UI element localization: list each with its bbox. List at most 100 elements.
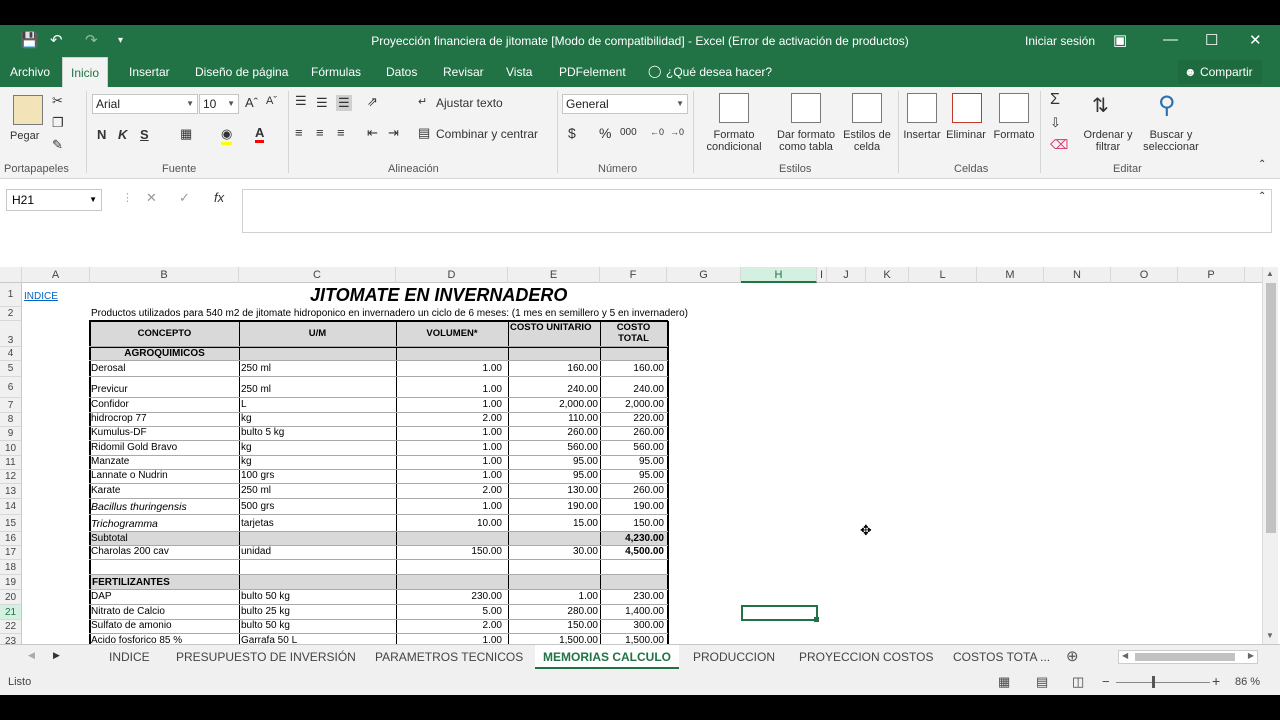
formula-input[interactable] xyxy=(242,189,1272,233)
insert-function-icon[interactable]: fx xyxy=(214,190,224,205)
row-header-14[interactable]: 14 xyxy=(0,499,22,515)
sheet-tab-parametros[interactable]: PARAMETROS TECNICOS xyxy=(367,645,531,669)
increase-indent-icon[interactable]: ⇥ xyxy=(388,125,399,141)
minimize-icon[interactable]: — xyxy=(1163,31,1178,48)
table-format-button[interactable]: Dar formato como tabla xyxy=(772,129,840,153)
fill-color-icon[interactable]: ◉ xyxy=(221,126,233,145)
ribbon-display-icon[interactable]: ▣ xyxy=(1113,31,1127,49)
tab-vista[interactable]: Vista xyxy=(498,57,540,87)
prev-sheet-icon[interactable]: ◀ xyxy=(28,650,35,661)
wrap-text-icon[interactable]: ↵ xyxy=(418,95,427,108)
percent-icon[interactable]: % xyxy=(599,125,611,141)
sort-filter-button[interactable]: Ordenar y filtrar xyxy=(1080,129,1136,153)
row-header-4[interactable]: 4 xyxy=(0,347,22,361)
sheet-tab-proyeccion[interactable]: PROYECCION COSTOS xyxy=(791,645,941,669)
grow-font-icon[interactable]: Aˆ xyxy=(245,95,258,110)
zoom-in-icon[interactable]: + xyxy=(1212,673,1220,689)
column-header-p[interactable]: P xyxy=(1178,267,1245,283)
tab-formulas[interactable]: Fórmulas xyxy=(303,57,369,87)
font-size-combo[interactable]: 10 ▼ xyxy=(199,94,239,114)
delete-cells-icon[interactable] xyxy=(952,93,982,123)
sheet-tab-memorias[interactable]: MEMORIAS CALCULO xyxy=(535,645,679,669)
cancel-icon[interactable]: ✕ xyxy=(146,190,157,206)
row-header-16[interactable]: 16 xyxy=(0,532,22,546)
column-header-g[interactable]: G xyxy=(667,267,741,283)
page-break-icon[interactable]: ◫ xyxy=(1072,674,1084,690)
font-name-combo[interactable]: Arial ▼ xyxy=(92,94,198,114)
sheet-tab-presupuesto[interactable]: PRESUPUESTO DE INVERSIÓN xyxy=(168,645,364,669)
row-header-2[interactable]: 2 xyxy=(0,307,22,321)
underline-icon[interactable]: S xyxy=(140,127,149,142)
bold-icon[interactable]: N xyxy=(97,127,106,142)
zoom-out-icon[interactable]: − xyxy=(1102,674,1110,689)
scroll-up-icon[interactable]: ▲ xyxy=(1266,269,1274,278)
column-header-d[interactable]: D xyxy=(396,267,508,283)
tab-archivo[interactable]: Archivo xyxy=(2,57,58,87)
tab-insertar[interactable]: Insertar xyxy=(121,57,178,87)
row-header-3[interactable]: 3 xyxy=(0,321,22,347)
tab-revisar[interactable]: Revisar xyxy=(435,57,492,87)
sign-in-link[interactable]: Iniciar sesión xyxy=(1025,34,1095,48)
format-painter-icon[interactable]: ✎ xyxy=(52,137,63,153)
selected-cell-h21[interactable] xyxy=(741,605,818,621)
find-select-button[interactable]: Buscar y seleccionar xyxy=(1136,129,1206,153)
collapse-ribbon-icon[interactable]: ⌃ xyxy=(1258,159,1266,170)
column-header-j[interactable]: J xyxy=(827,267,866,283)
format-cells-button[interactable]: Formato xyxy=(990,129,1038,141)
number-format-combo[interactable]: General ▼ xyxy=(562,94,688,114)
tab-diseno[interactable]: Diseño de página xyxy=(187,57,296,87)
sheet-tab-costos[interactable]: COSTOS TOTA ... xyxy=(945,645,1058,669)
row-header-7[interactable]: 7 xyxy=(0,398,22,413)
next-sheet-icon[interactable]: ▶ xyxy=(53,650,60,661)
align-left-icon[interactable]: ≡ xyxy=(295,125,303,140)
fill-icon[interactable]: ⇩ xyxy=(1050,115,1061,131)
column-header-c[interactable]: C xyxy=(239,267,396,283)
increase-decimal-icon[interactable]: ←0 xyxy=(650,127,664,137)
horizontal-scrollbar[interactable]: ◀ ▶ xyxy=(1118,650,1258,664)
decrease-indent-icon[interactable]: ⇤ xyxy=(367,125,378,141)
sheet-tab-indice[interactable]: INDICE xyxy=(101,645,158,669)
row-header-5[interactable]: 5 xyxy=(0,361,22,377)
autosum-icon[interactable]: Σ xyxy=(1050,91,1060,109)
conditional-format-icon[interactable] xyxy=(719,93,749,123)
column-header-k[interactable]: K xyxy=(866,267,909,283)
indice-link[interactable]: INDICE xyxy=(24,291,84,305)
align-bottom-icon[interactable]: ☰ xyxy=(336,95,352,111)
row-header-19[interactable]: 19 xyxy=(0,575,22,590)
sheet-tab-produccion[interactable]: PRODUCCION xyxy=(685,645,783,669)
conditional-format-button[interactable]: Formato condicional xyxy=(700,129,768,153)
zoom-slider-thumb[interactable] xyxy=(1152,676,1155,688)
wrap-text-button[interactable]: Ajustar texto xyxy=(436,96,503,110)
merge-center-button[interactable]: Combinar y centrar xyxy=(436,127,538,141)
insert-cells-button[interactable]: Insertar xyxy=(900,129,944,141)
row-header-12[interactable]: 12 xyxy=(0,470,22,484)
row-header-20[interactable]: 20 xyxy=(0,590,22,605)
currency-icon[interactable]: $ xyxy=(568,125,576,141)
row-header-9[interactable]: 9 xyxy=(0,427,22,441)
column-header-f[interactable]: F xyxy=(600,267,667,283)
row-header-10[interactable]: 10 xyxy=(0,441,22,456)
paste-label[interactable]: Pegar xyxy=(10,130,39,142)
delete-cells-button[interactable]: Eliminar xyxy=(944,129,988,141)
merge-icon[interactable]: ▤ xyxy=(418,125,430,141)
enter-icon[interactable]: ✓ xyxy=(179,190,190,206)
orientation-icon[interactable]: ⇗ xyxy=(367,94,378,110)
share-button[interactable]: ☻ Compartir xyxy=(1178,60,1262,84)
normal-view-icon[interactable]: ▦ xyxy=(998,674,1010,690)
clear-icon[interactable]: ⌫ xyxy=(1050,137,1068,153)
expand-formula-icon[interactable]: ⌃ xyxy=(1258,191,1266,202)
column-header-m[interactable]: M xyxy=(977,267,1044,283)
row-header-11[interactable]: 11 xyxy=(0,456,22,470)
zoom-level[interactable]: 86 % xyxy=(1235,676,1260,688)
zoom-slider[interactable] xyxy=(1116,682,1210,683)
paste-icon[interactable] xyxy=(13,95,43,125)
thousands-icon[interactable]: 000 xyxy=(620,127,637,138)
column-header-e[interactable]: E xyxy=(508,267,600,283)
tab-inicio[interactable]: Inicio xyxy=(62,57,109,87)
align-center-icon[interactable]: ≡ xyxy=(316,125,324,140)
shrink-font-icon[interactable]: Aˇ xyxy=(266,95,277,107)
row-header-6[interactable]: 6 xyxy=(0,377,22,398)
search-icon[interactable]: ⚲ xyxy=(1158,91,1176,120)
tab-datos[interactable]: Datos xyxy=(378,57,425,87)
column-header-l[interactable]: L xyxy=(909,267,977,283)
